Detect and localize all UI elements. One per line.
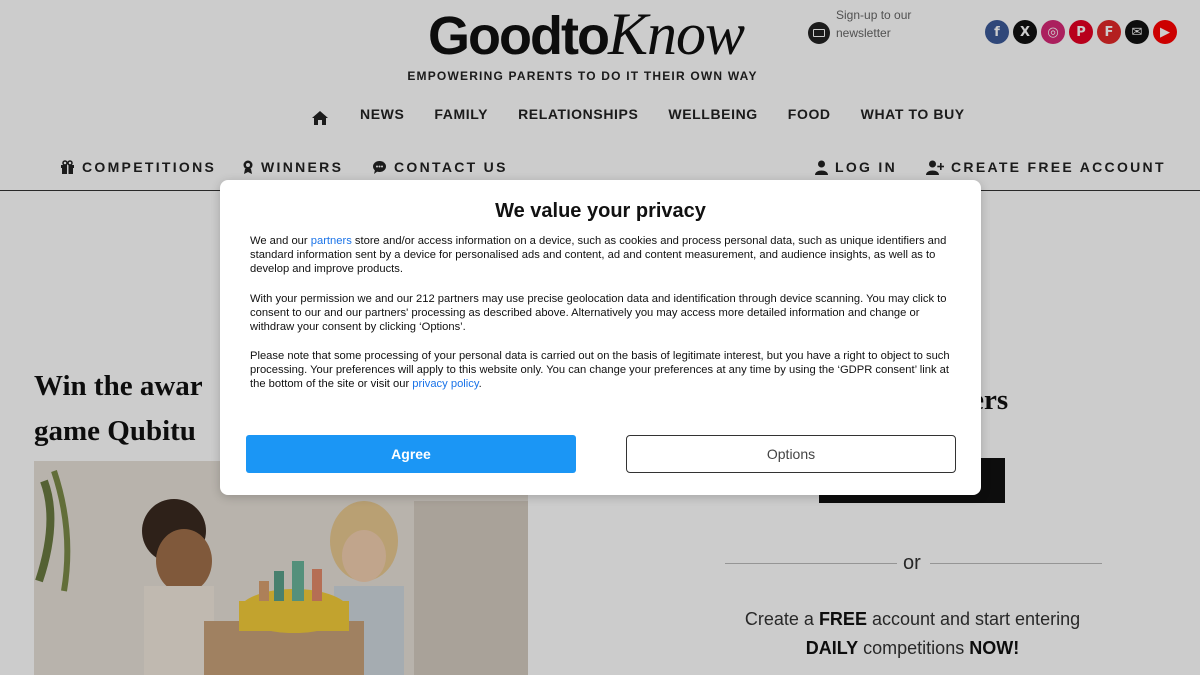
partners-link[interactable]: partners [311,235,352,247]
consent-paragraph-3: Please note that some processing of your… [250,349,955,392]
privacy-policy-link[interactable]: privacy policy [412,378,478,390]
consent-paragraph-2: With your permission we and our 212 part… [250,293,947,334]
dialog-title: We value your privacy [495,200,706,222]
page: Goodto Know Sign-up to our newsletter f X ◎… [0,0,1200,675]
consent-text: We and our [250,235,311,247]
consent-text: Please note that some processing of your… [250,350,950,391]
consent-text: store and/or access information on a dev… [250,235,947,276]
options-button[interactable]: Options [626,435,956,473]
privacy-consent-dialog: We value your privacy We and our partner… [220,180,981,495]
consent-paragraph-1: We and our partners store and/or access … [250,234,955,277]
agree-button[interactable]: Agree [246,435,576,473]
consent-text: . [478,378,482,391]
